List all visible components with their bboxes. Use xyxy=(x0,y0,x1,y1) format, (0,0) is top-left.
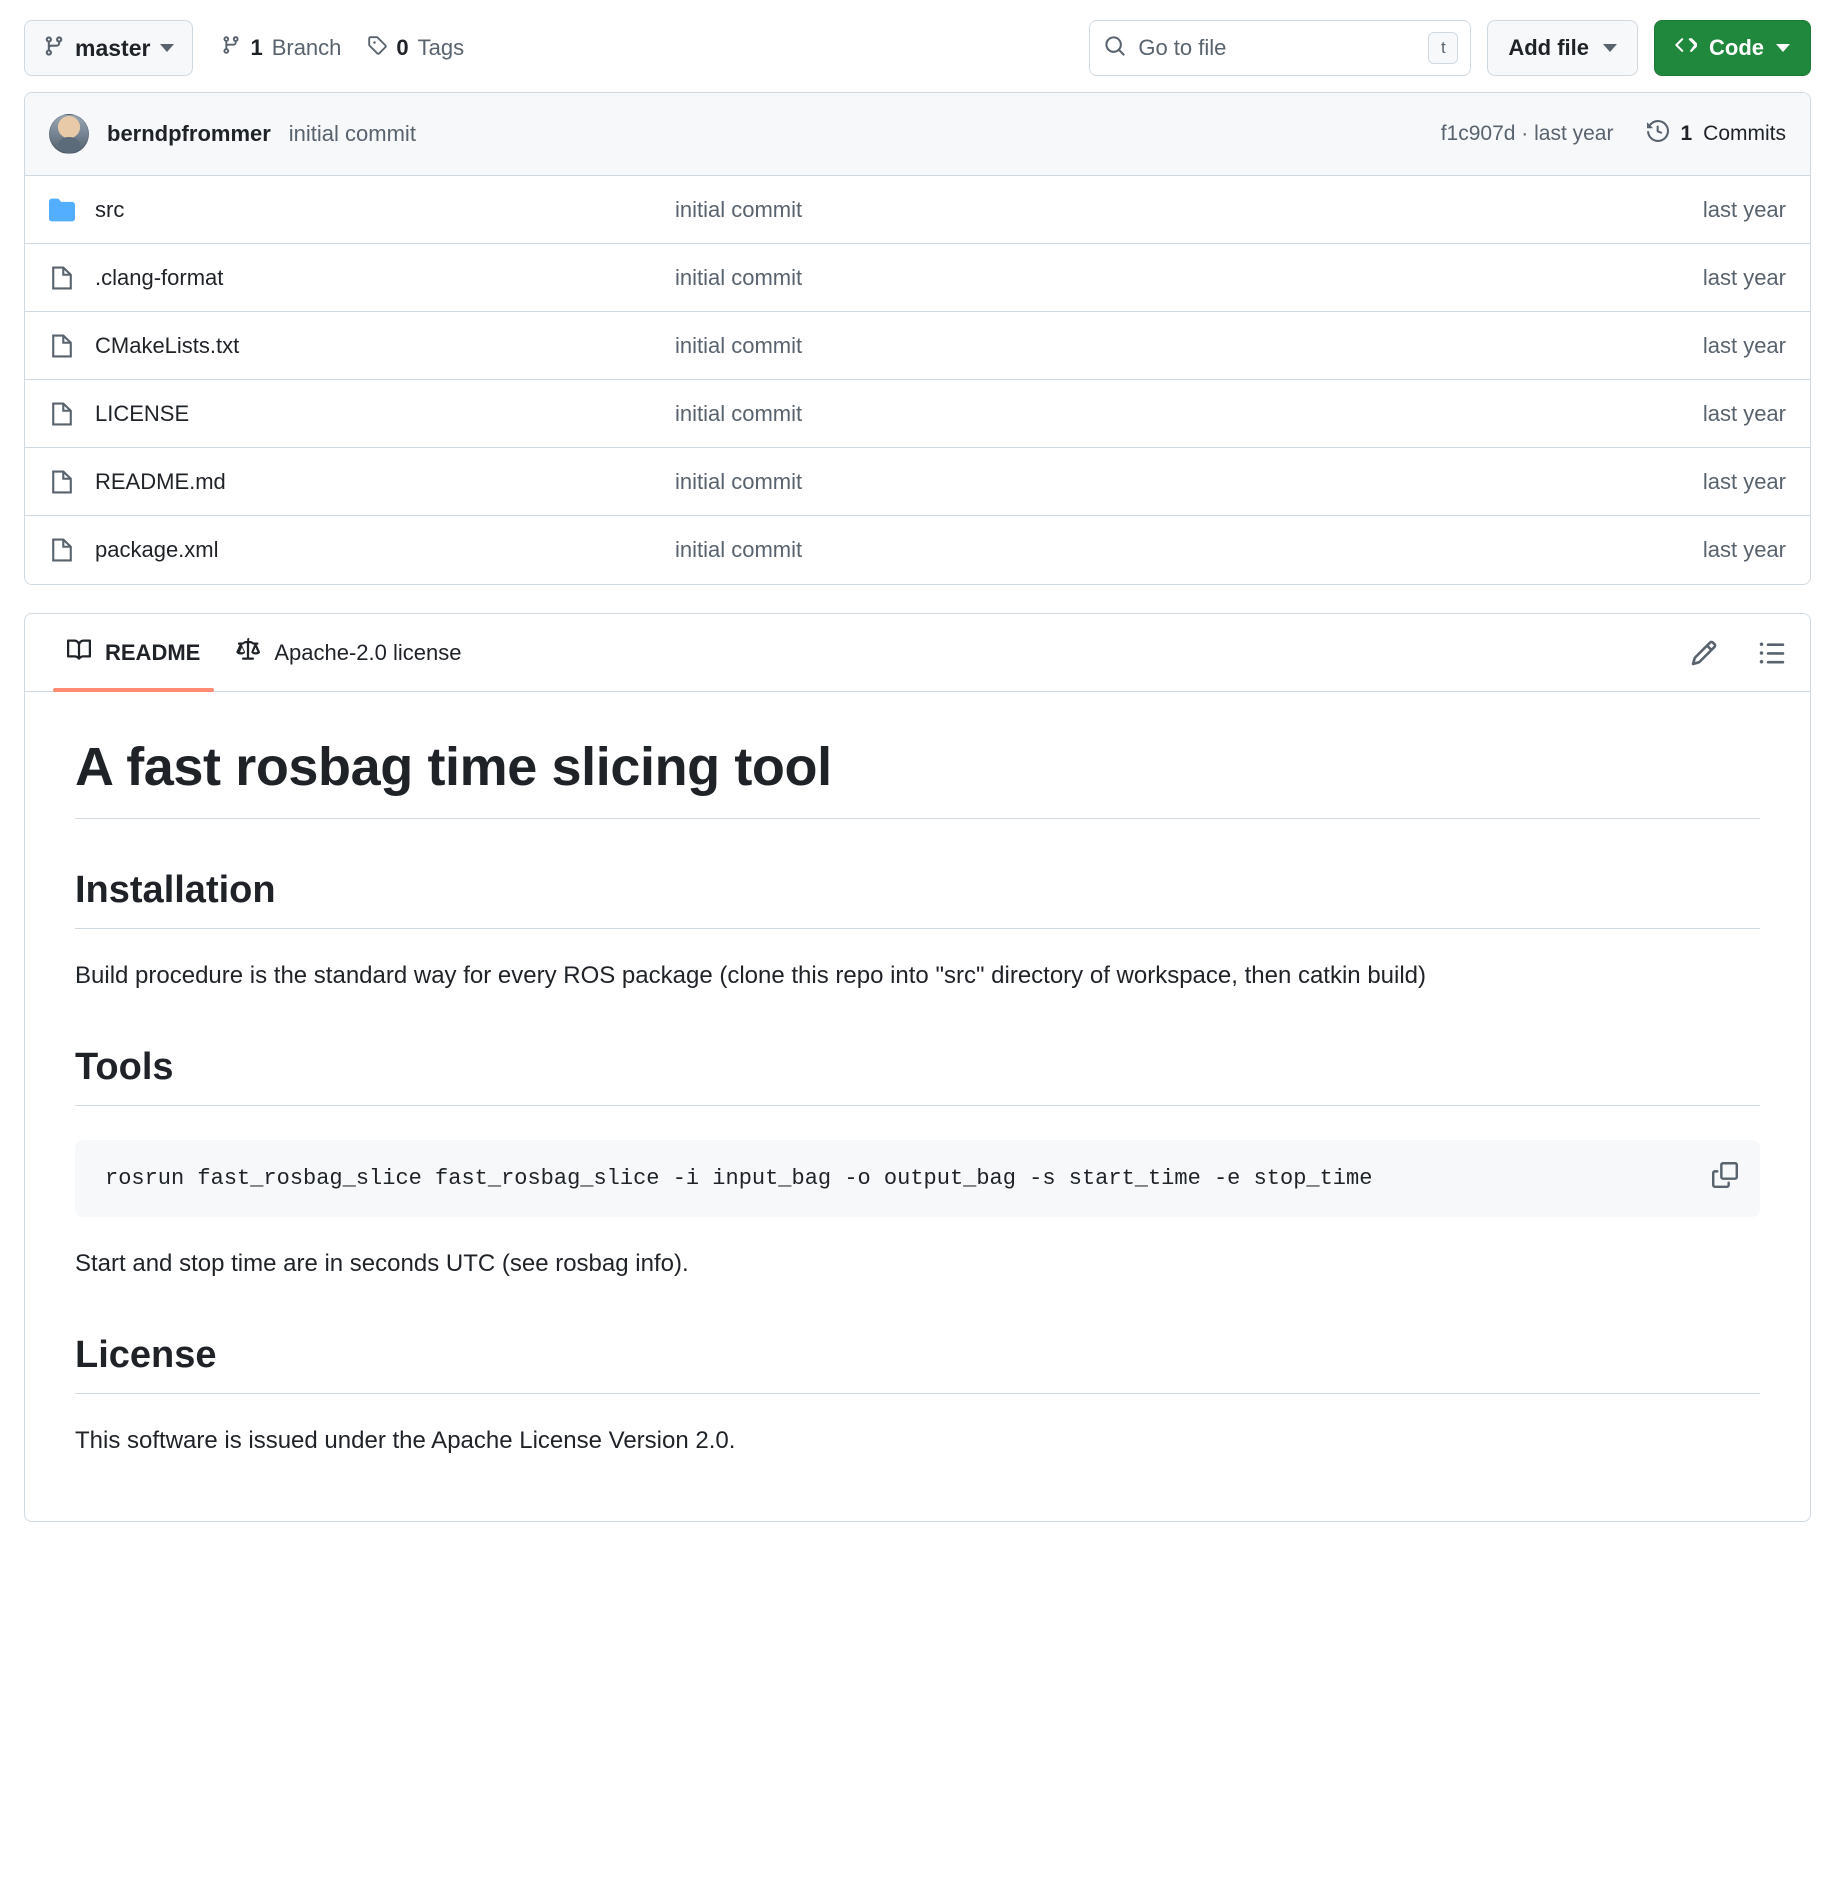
file-icon xyxy=(49,333,95,359)
commits-history-link[interactable]: 1 Commits xyxy=(1647,119,1786,148)
branches-label: Branch xyxy=(271,35,342,60)
code-block: rosrun fast_rosbag_slice fast_rosbag_sli… xyxy=(75,1139,1760,1217)
readme-tab-bar: README Apache-2.0 license xyxy=(25,614,1810,692)
file-commit-time: last year xyxy=(1702,468,1786,494)
readme-container: README Apache-2.0 license A fast rosbag … xyxy=(24,613,1811,1522)
branch-icon xyxy=(43,35,65,62)
file-commit-message[interactable]: initial commit xyxy=(675,333,1703,359)
file-icon xyxy=(49,265,95,291)
repo-meta-group: 1 Branch 0 Tags xyxy=(221,35,464,61)
repo-toolbar: master 1 Branch 0 Tags Go to file t Add … xyxy=(24,0,1811,88)
file-list-container: berndpfrommer initial commit f1c907d · l… xyxy=(24,92,1811,585)
table-row[interactable]: .clang-format initial commit last year xyxy=(25,244,1810,312)
file-icon xyxy=(49,401,95,427)
file-name-link[interactable]: .clang-format xyxy=(95,265,675,291)
file-name-link[interactable]: package.xml xyxy=(95,537,675,563)
readme-actions xyxy=(1690,639,1786,667)
file-commit-message[interactable]: initial commit xyxy=(675,401,1703,427)
code-button[interactable]: Code xyxy=(1654,20,1811,76)
branches-link[interactable]: 1 Branch xyxy=(221,35,341,61)
repository-page: master 1 Branch 0 Tags Go to file t Add … xyxy=(0,0,1835,1522)
readme-title: A fast rosbag time slicing tool xyxy=(75,736,1760,819)
commits-count-number: 1 xyxy=(1680,122,1693,145)
commits-count-label: Commits xyxy=(1703,122,1786,145)
branch-icon xyxy=(221,35,241,61)
file-commit-time: last year xyxy=(1702,537,1786,562)
add-file-button[interactable]: Add file xyxy=(1487,20,1638,76)
tags-link[interactable]: 0 Tags xyxy=(367,35,464,61)
code-button-label: Code xyxy=(1709,35,1764,60)
avatar xyxy=(49,114,89,154)
readme-content: A fast rosbag time slicing tool Installa… xyxy=(25,692,1810,1521)
tab-license[interactable]: Apache-2.0 license xyxy=(218,614,479,691)
branches-count: 1 xyxy=(250,35,263,60)
commit-author-link[interactable]: berndpfrommer xyxy=(107,121,271,147)
file-icon xyxy=(49,469,95,495)
go-to-file-input[interactable]: Go to file t xyxy=(1089,20,1472,76)
table-row[interactable]: LICENSE initial commit last year xyxy=(25,380,1810,448)
installation-paragraph: Build procedure is the standard way for … xyxy=(75,962,1427,989)
license-paragraph: This software is issued under the Apache… xyxy=(75,1426,736,1454)
tags-count: 0 xyxy=(396,35,409,60)
table-row[interactable]: src initial commit last year xyxy=(25,176,1810,244)
branch-selector-button[interactable]: master xyxy=(24,20,194,76)
tags-label: Tags xyxy=(417,35,465,60)
tools-note-paragraph: Start and stop time are in seconds UTC (… xyxy=(75,1249,689,1277)
file-commit-message[interactable]: initial commit xyxy=(675,197,1703,223)
toolbar-actions: Go to file t Add file Code xyxy=(1089,20,1811,76)
commit-meta: f1c907d · last year 1 Commits xyxy=(1441,119,1786,148)
file-name-link[interactable]: README.md xyxy=(95,469,675,495)
add-file-label: Add file xyxy=(1508,35,1589,60)
file-commit-message[interactable]: initial commit xyxy=(675,469,1703,495)
table-row[interactable]: README.md initial commit last year xyxy=(25,448,1810,516)
commit-hash-and-time[interactable]: f1c907d · last year xyxy=(1441,122,1614,146)
code-brackets-icon xyxy=(1675,34,1699,62)
tab-readme[interactable]: README xyxy=(49,614,218,692)
go-to-file-shortcut-key: t xyxy=(1428,32,1459,64)
outline-list-icon[interactable] xyxy=(1758,639,1786,667)
file-commit-time: last year xyxy=(1702,400,1786,426)
latest-commit-bar: berndpfrommer initial commit f1c907d · l… xyxy=(25,93,1810,176)
chevron-down-icon xyxy=(1776,44,1790,52)
tag-icon xyxy=(367,35,388,61)
heading-license: License xyxy=(75,1334,1760,1394)
chevron-down-icon xyxy=(1603,44,1617,52)
tab-license-label: Apache-2.0 license xyxy=(274,639,462,665)
file-name-link[interactable]: CMakeLists.txt xyxy=(95,333,675,359)
edit-pencil-icon[interactable] xyxy=(1690,639,1718,667)
file-commit-time: last year xyxy=(1702,332,1786,358)
history-clock-icon xyxy=(1647,119,1670,148)
book-icon xyxy=(67,638,92,668)
file-commit-message[interactable]: initial commit xyxy=(675,265,1703,291)
go-to-file-placeholder: Go to file xyxy=(1138,35,1227,60)
file-commit-message[interactable]: initial commit xyxy=(675,537,1703,563)
code-block-text: rosrun fast_rosbag_slice fast_rosbag_sli… xyxy=(105,1165,1373,1191)
file-commit-time: last year xyxy=(1702,264,1786,290)
search-icon xyxy=(1104,35,1126,62)
file-icon xyxy=(49,537,95,563)
commit-message-link[interactable]: initial commit xyxy=(289,121,416,147)
file-name-link[interactable]: LICENSE xyxy=(95,401,675,427)
branch-name-label: master xyxy=(75,34,151,61)
copy-icon[interactable] xyxy=(1712,1161,1738,1188)
heading-tools: Tools xyxy=(75,1046,1760,1106)
chevron-down-icon xyxy=(160,44,175,52)
tab-readme-label: README xyxy=(105,639,201,665)
heading-installation: Installation xyxy=(75,869,1760,929)
table-row[interactable]: CMakeLists.txt initial commit last year xyxy=(25,312,1810,380)
table-row[interactable]: package.xml initial commit last year xyxy=(25,516,1810,584)
folder-icon xyxy=(49,197,95,223)
file-name-link[interactable]: src xyxy=(95,197,675,223)
law-scales-icon xyxy=(236,637,261,668)
file-commit-time: last year xyxy=(1702,196,1786,222)
